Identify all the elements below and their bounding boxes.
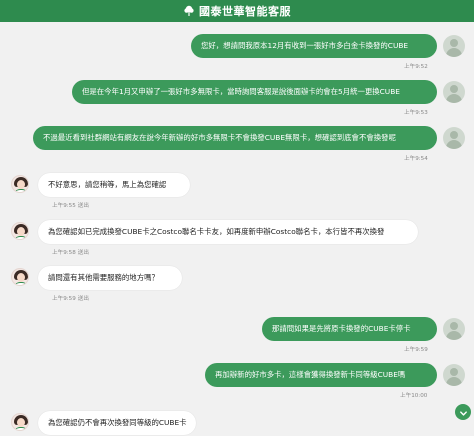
- sent-status: 送出: [77, 203, 89, 209]
- message-time: 上午9:52: [404, 64, 428, 70]
- message-text: 為您確認仍不會再次換發同等級的CUBE卡: [48, 418, 187, 427]
- message-text: 您好，想請問我原本12月有收到一張好市多白金卡換發的CUBE: [201, 41, 409, 50]
- message-time: 上午9:54: [404, 156, 428, 162]
- time-label: 上午9:58: [52, 250, 76, 256]
- message-time: 上午9:59: [404, 347, 428, 353]
- chat-title: 國泰世華智能客服: [199, 5, 291, 18]
- message-time: 上午10:00: [400, 393, 428, 399]
- user-message-bubble: 但是在今年1月又申辦了一張好市多無限卡，當時詢問客服是說後面辦卡的會在5月統一更…: [72, 80, 437, 104]
- message-text: 那請問如果是先將原卡換發的CUBE卡停卡: [272, 324, 411, 333]
- agent-avatar-icon: [11, 413, 29, 431]
- user-message-bubble: 您好，想請問我原本12月有收到一張好市多白金卡換發的CUBE: [191, 34, 437, 58]
- message-text: 請問還有其他需要服務的地方嗎？: [48, 273, 159, 282]
- user-avatar-icon: [443, 81, 465, 103]
- user-message-bubble: 再加辦新的好市多卡，這樣會獲得換發新卡同等級CUBE嗎: [205, 363, 437, 387]
- agent-message-bubble: 不好意思，請您稍等，馬上為您確認: [38, 173, 190, 197]
- agent-avatar-icon: [11, 222, 29, 240]
- agent-message-bubble: 請問還有其他需要服務的地方嗎？: [38, 266, 182, 290]
- message-text: 為您確認如已完成換發CUBE卡之Costco聯名卡卡友，如再度新申辦Costco…: [48, 227, 385, 236]
- user-message-bubble: 那請問如果是先將原卡換發的CUBE卡停卡: [262, 317, 437, 341]
- chat-header: 國泰世華智能客服: [0, 0, 474, 22]
- chat-area[interactable]: 您好，想請問我原本12月有收到一張好市多白金卡換發的CUBE 上午9:52 但是…: [0, 22, 474, 436]
- agent-avatar-icon: [11, 175, 29, 193]
- scroll-to-bottom-button[interactable]: [455, 404, 471, 420]
- message-text: 再加辦新的好市多卡，這樣會獲得換發新卡同等級CUBE嗎: [215, 370, 406, 379]
- sent-status: 送出: [77, 296, 89, 302]
- sent-status: 送出: [77, 250, 89, 256]
- time-label: 上午9:59: [52, 296, 76, 302]
- message-time: 上午9:55 送出: [52, 201, 89, 209]
- chevron-down-icon: [459, 403, 468, 422]
- agent-avatar-icon: [11, 268, 29, 286]
- message-text: 不過最近看到社群網站有網友在說今年新辦的好市多無限卡不會換發CUBE無限卡，想確…: [43, 133, 396, 142]
- agent-message-bubble: 為您確認如已完成換發CUBE卡之Costco聯名卡卡友，如再度新申辦Costco…: [38, 220, 418, 244]
- user-avatar-icon: [443, 364, 465, 386]
- user-avatar-icon: [443, 127, 465, 149]
- message-time: 上午9:58 送出: [52, 248, 89, 256]
- user-message-bubble: 不過最近看到社群網站有網友在說今年新辦的好市多無限卡不會換發CUBE無限卡，想確…: [33, 126, 437, 150]
- message-text: 但是在今年1月又申辦了一張好市多無限卡，當時詢問客服是說後面辦卡的會在5月統一更…: [82, 87, 400, 96]
- user-avatar-icon: [443, 35, 465, 57]
- time-label: 上午9:55: [52, 203, 76, 209]
- message-time: 上午9:59 送出: [52, 294, 89, 302]
- message-time: 上午9:53: [404, 110, 428, 116]
- agent-message-bubble: 為您確認仍不會再次換發同等級的CUBE卡: [38, 411, 196, 435]
- user-avatar-icon: [443, 318, 465, 340]
- cathay-tree-icon: [183, 5, 195, 17]
- message-text: 不好意思，請您稍等，馬上為您確認: [48, 180, 167, 189]
